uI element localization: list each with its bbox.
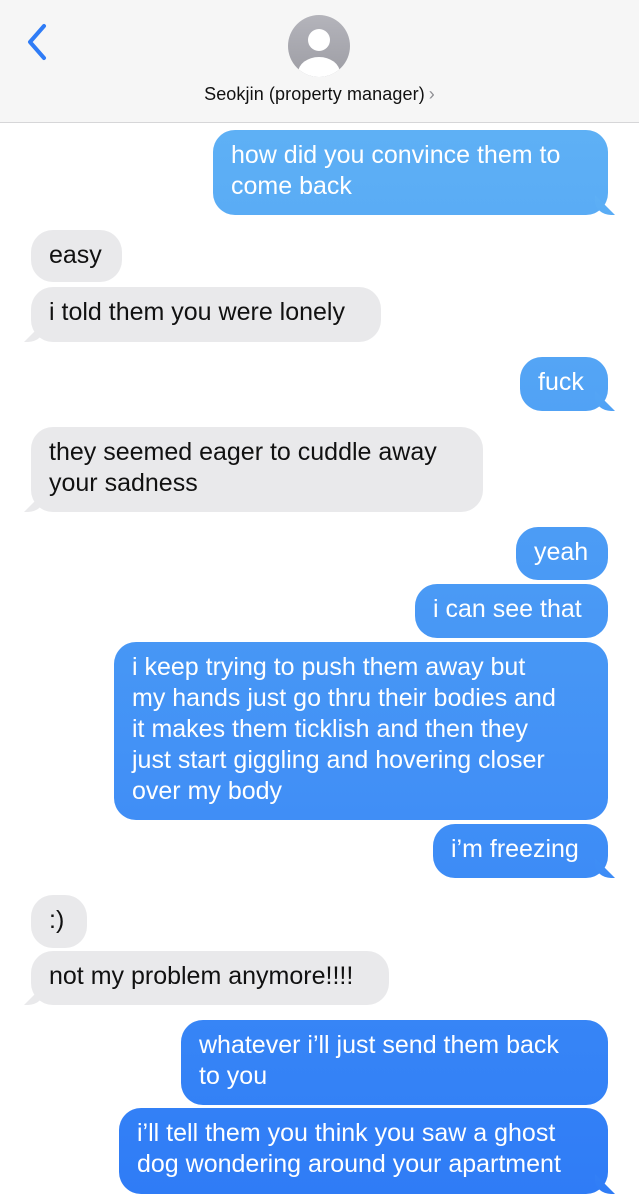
conversation-header: Seokjin (property manager) › xyxy=(0,0,639,123)
message-bubble-sent[interactable]: i keep trying to push them away but my h… xyxy=(114,642,608,820)
message-bubble-sent[interactable]: how did you convince them to come back xyxy=(213,130,608,215)
message-thread[interactable]: how did you convince them to come back e… xyxy=(0,123,639,1200)
chevron-right-icon: › xyxy=(428,84,435,104)
message-bubble-sent[interactable]: yeah xyxy=(516,527,608,580)
chevron-left-icon xyxy=(28,24,46,60)
message-bubble-received[interactable]: easy xyxy=(31,230,122,282)
message-bubble-received[interactable]: :) xyxy=(31,895,87,948)
message-bubble-received[interactable]: they seemed eager to cuddle away your sa… xyxy=(31,427,483,512)
person-silhouette-icon xyxy=(298,29,340,77)
message-bubble-received[interactable]: i told them you were lonely xyxy=(31,287,381,342)
message-bubble-received[interactable]: not my problem anymore!!!! xyxy=(31,951,389,1005)
back-button[interactable] xyxy=(22,22,52,62)
message-bubble-sent[interactable]: i’m freezing xyxy=(433,824,608,878)
contact-avatar[interactable] xyxy=(288,15,350,77)
contact-name-button[interactable]: Seokjin (property manager) › xyxy=(0,84,639,105)
message-bubble-sent[interactable]: whatever i’ll just send them back to you xyxy=(181,1020,608,1105)
contact-name: Seokjin (property manager) xyxy=(204,84,425,104)
message-bubble-sent[interactable]: fuck xyxy=(520,357,608,411)
message-bubble-sent[interactable]: i can see that xyxy=(415,584,608,638)
message-bubble-sent[interactable]: i’ll tell them you think you saw a ghost… xyxy=(119,1108,608,1194)
